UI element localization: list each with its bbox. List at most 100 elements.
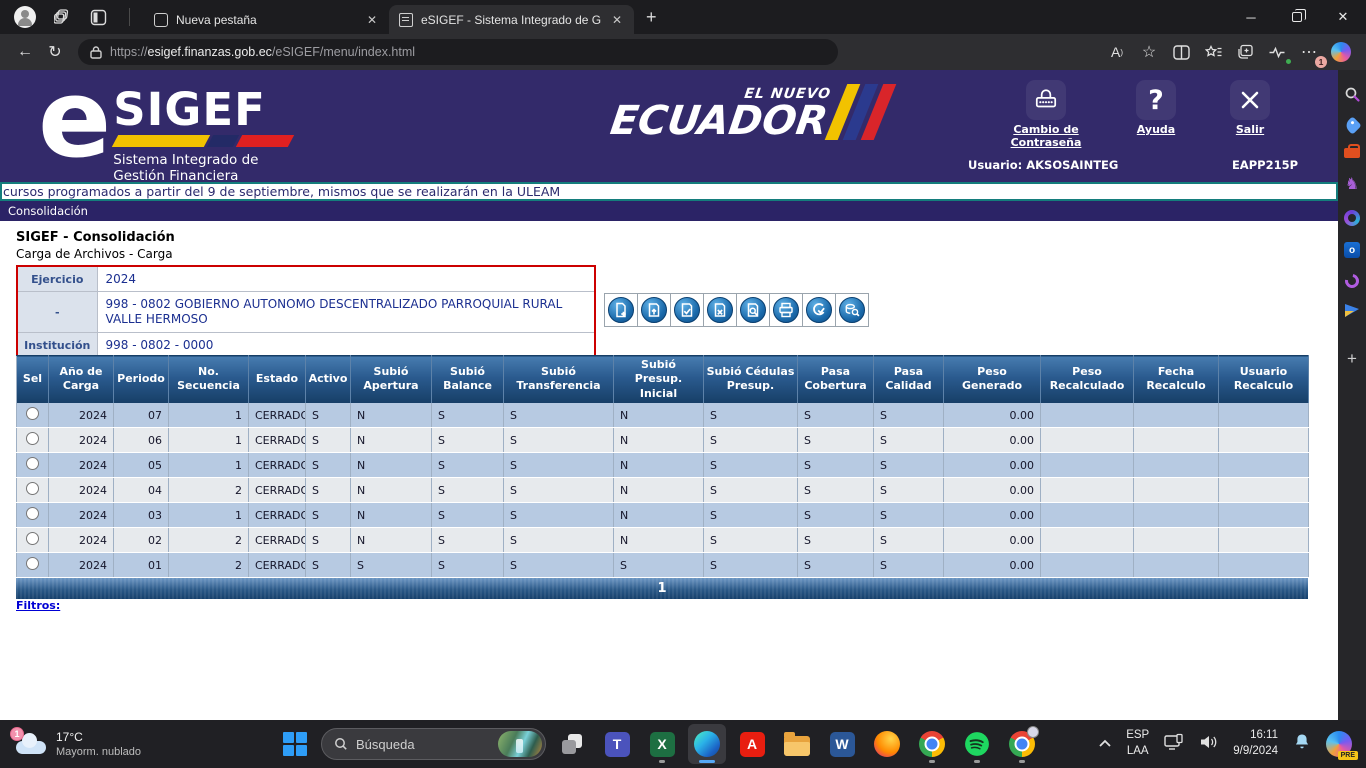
collections-icon[interactable] <box>1230 38 1260 66</box>
search-placeholder: Búsqueda <box>356 737 490 752</box>
row-select-radio[interactable] <box>26 557 39 570</box>
table-cell: 2024 <box>49 428 114 453</box>
language-indicator[interactable]: ESPLAA <box>1126 728 1149 759</box>
app-menu-bar: Consolidación <box>0 201 1338 221</box>
favorites-hub-icon[interactable] <box>1198 38 1228 66</box>
file-explorer-icon[interactable] <box>778 724 816 764</box>
task-view-button[interactable] <box>553 724 591 764</box>
row-select-radio[interactable] <box>26 507 39 520</box>
tab-close-icon[interactable]: ✕ <box>610 13 624 27</box>
acrobat-icon[interactable]: A <box>733 724 771 764</box>
back-button[interactable]: ← <box>10 38 40 66</box>
row-select-radio[interactable] <box>26 482 39 495</box>
tab-nueva-pestana[interactable]: Nueva pestaña ✕ <box>144 5 389 34</box>
validate-file-button[interactable] <box>674 297 700 323</box>
copilot-taskbar-icon[interactable]: PRE <box>1326 731 1352 757</box>
sidebar-search-icon[interactable] <box>1341 86 1363 103</box>
menu-item-consolidacion[interactable]: Consolidación <box>8 204 88 218</box>
form-row: - 998 - 0802 GOBIERNO AUTONOMO DESCENTRA… <box>17 292 595 333</box>
chrome-profile2-icon[interactable] <box>1003 724 1041 764</box>
weather-widget[interactable]: 1 17°C Mayorm. nublado <box>0 730 200 758</box>
table-row: 2024051CERRADOSNSSNSSS0.00 <box>17 453 1309 478</box>
sidebar-games-icon[interactable]: ♞ <box>1341 174 1363 194</box>
delete-file-button[interactable] <box>707 297 733 323</box>
excel-icon[interactable]: X <box>643 724 681 764</box>
browser-tab-bar: Nueva pestaña ✕ eSIGEF - Sistema Integra… <box>0 0 1366 34</box>
edge-icon[interactable] <box>688 724 726 764</box>
restore-button[interactable] <box>1274 0 1320 34</box>
upload-file-button[interactable] <box>641 297 667 323</box>
read-aloud-icon[interactable]: A) <box>1102 38 1132 66</box>
change-password-button[interactable]: Cambio de Contraseña <box>1000 80 1092 149</box>
table-cell: S <box>798 553 874 578</box>
help-button[interactable]: ? Ayuda <box>1126 80 1186 149</box>
row-select-radio[interactable] <box>26 407 39 420</box>
sidebar-outlook-icon[interactable]: o <box>1341 242 1363 258</box>
teams-icon[interactable]: T <box>598 724 636 764</box>
profile-overlay-icon <box>1027 726 1039 738</box>
profile-avatar-icon[interactable] <box>14 6 36 28</box>
clock[interactable]: 16:119/9/2024 <box>1233 728 1278 759</box>
sidebar-m365-icon[interactable] <box>1341 210 1363 226</box>
change-password-label: Cambio de Contraseña <box>1000 123 1092 149</box>
browser-toolbar: ← ↻ https://esigef.finanzas.gob.ec/eSIGE… <box>0 34 1366 70</box>
table-cell <box>1219 528 1309 553</box>
taskbar-search[interactable]: Búsqueda <box>321 728 546 760</box>
sidebar-tools-icon[interactable] <box>1341 148 1363 158</box>
table-cell: 0.00 <box>944 403 1041 428</box>
new-record-button[interactable] <box>608 297 634 323</box>
exit-button[interactable]: Salir <box>1220 80 1280 149</box>
quality-check-button[interactable] <box>806 297 832 323</box>
split-screen-icon[interactable] <box>1166 38 1196 66</box>
favorite-star-icon[interactable]: ☆ <box>1134 38 1164 66</box>
current-page-number[interactable]: 1 <box>657 581 666 596</box>
table-cell <box>1041 553 1134 578</box>
workspaces-icon[interactable] <box>54 8 72 26</box>
recalculate-search-button[interactable] <box>839 297 865 323</box>
table-cell <box>1219 403 1309 428</box>
row-select-radio[interactable] <box>26 432 39 445</box>
table-cell: 2024 <box>49 403 114 428</box>
browser-viewport: e SIGEF Sistema Integrado deGestión Fina… <box>0 70 1338 720</box>
filters-link[interactable]: Filtros: <box>16 599 60 612</box>
print-button[interactable] <box>773 297 799 323</box>
sidebar-drop-icon[interactable] <box>1341 274 1363 288</box>
browser-essentials-icon[interactable] <box>1262 38 1292 66</box>
restore-icon <box>1292 12 1302 22</box>
table-cell: 0.00 <box>944 453 1041 478</box>
table-cell <box>1041 478 1134 503</box>
volume-icon[interactable] <box>1199 734 1219 755</box>
table-cell: 2 <box>169 528 249 553</box>
copilot-icon[interactable] <box>1326 38 1356 66</box>
notification-bell-icon[interactable] <box>1292 732 1312 757</box>
minimize-button[interactable]: ─ <box>1228 0 1274 34</box>
row-select-radio[interactable] <box>26 532 39 545</box>
chrome-icon[interactable] <box>913 724 951 764</box>
spotify-icon[interactable] <box>958 724 996 764</box>
table-cell: N <box>351 528 432 553</box>
sidebar-plane-icon[interactable] <box>1341 304 1363 317</box>
cast-icon[interactable] <box>1163 733 1185 756</box>
preview-file-button[interactable] <box>740 297 766 323</box>
address-bar[interactable]: https://esigef.finanzas.gob.ec/eSIGEF/me… <box>78 39 838 65</box>
tray-chevron-icon[interactable] <box>1098 735 1112 753</box>
sidebar-shopping-icon[interactable] <box>1341 119 1363 132</box>
refresh-button[interactable]: ↻ <box>40 38 70 66</box>
tab-esigef[interactable]: eSIGEF - Sistema Integrado de G ✕ <box>389 5 634 34</box>
table-cell: S <box>306 528 351 553</box>
table-cell: S <box>504 428 614 453</box>
close-button[interactable]: ✕ <box>1320 0 1366 34</box>
tab-close-icon[interactable]: ✕ <box>365 13 379 27</box>
more-menu-icon[interactable]: ⋯1 <box>1294 38 1324 66</box>
tab-actions-icon[interactable] <box>90 9 107 26</box>
new-tab-button[interactable]: + <box>646 7 657 28</box>
word-icon[interactable]: W <box>823 724 861 764</box>
field-label-ejercicio: Ejercicio <box>17 266 97 292</box>
row-select-radio[interactable] <box>26 457 39 470</box>
start-button[interactable] <box>276 724 314 764</box>
sidebar-add-icon[interactable]: + <box>1341 349 1363 369</box>
firefox-icon[interactable] <box>868 724 906 764</box>
table-cell: S <box>351 553 432 578</box>
table-cell <box>1219 553 1309 578</box>
password-lock-icon <box>1026 80 1066 120</box>
